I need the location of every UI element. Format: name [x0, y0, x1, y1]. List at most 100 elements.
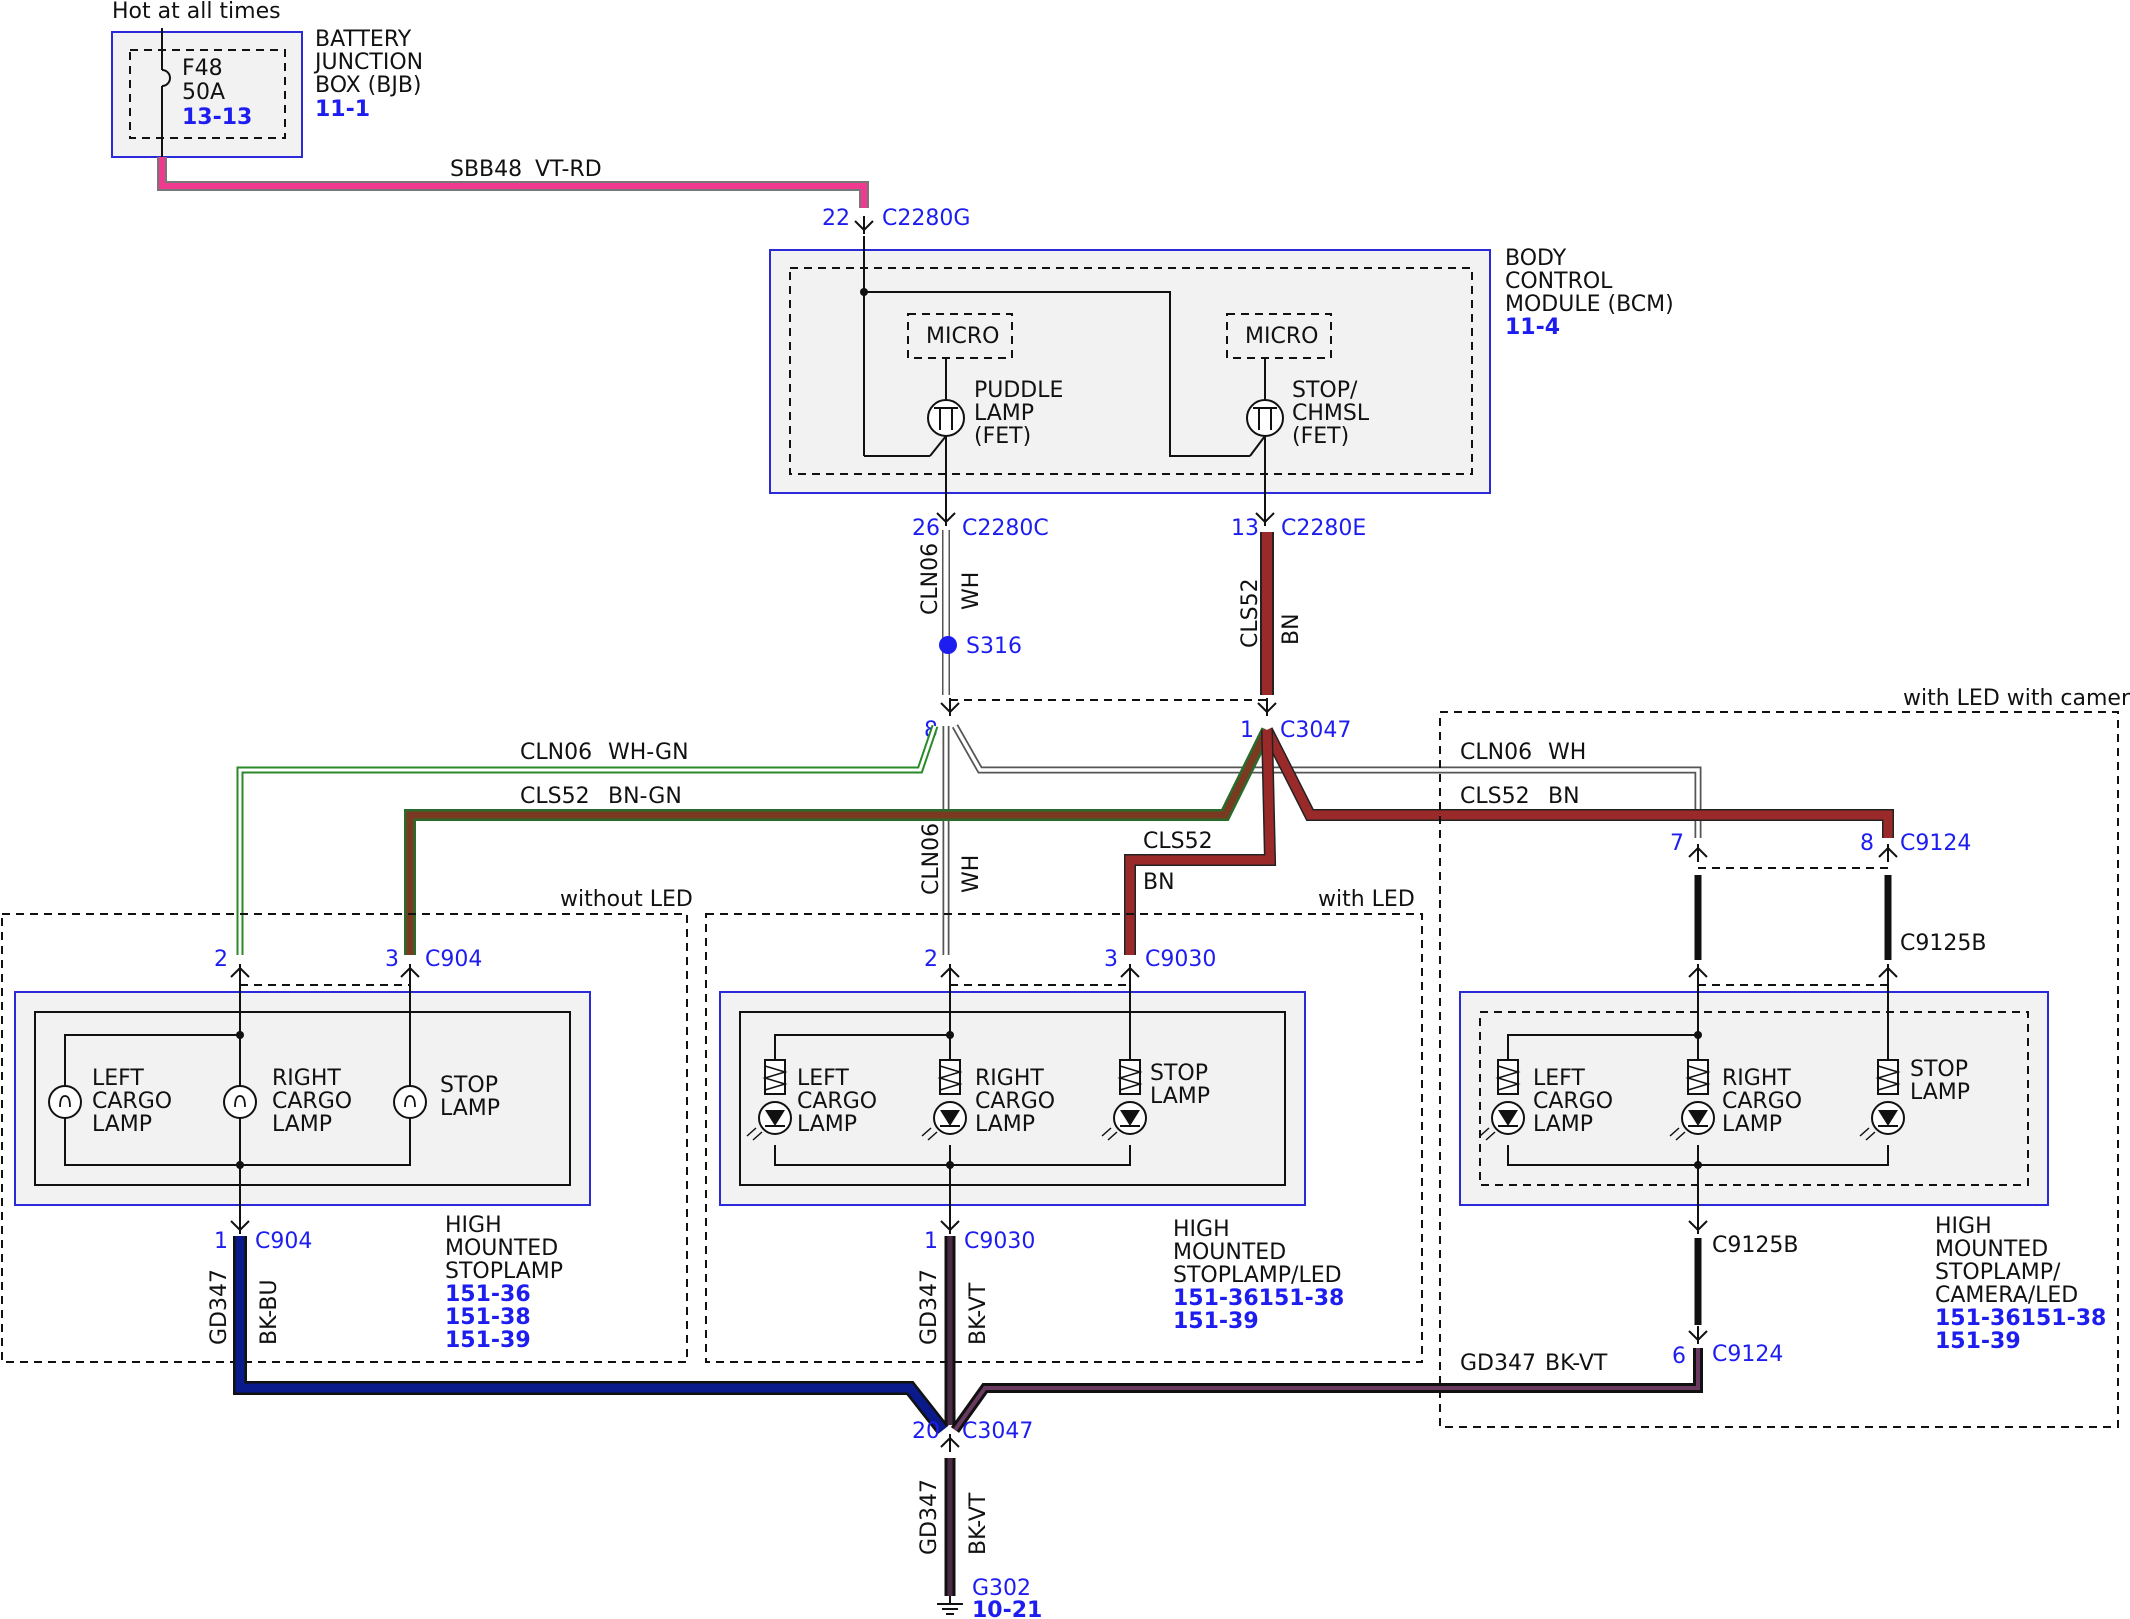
m3-left-2: CARGO: [1533, 1089, 1613, 1114]
m1-stop-1: STOP: [440, 1073, 498, 1098]
c3047-pin1: 1: [1240, 718, 1254, 743]
m3-right-1: RIGHT: [1722, 1066, 1791, 1091]
hms2-ref-2: 151-39: [1173, 1309, 1259, 1334]
bjb-ref: 11-1: [315, 97, 370, 122]
c3047-bot-pin: 20: [912, 1419, 940, 1444]
hms2-3: STOPLAMP/LED: [1173, 1263, 1342, 1288]
m3-left-3: LAMP: [1533, 1112, 1593, 1137]
puddle-3: (FET): [974, 424, 1031, 449]
hms1-2: MOUNTED: [445, 1236, 558, 1261]
bkvt-right-circuit: GD347: [1460, 1351, 1536, 1376]
hms1-3: STOPLAMP: [445, 1259, 563, 1284]
c2280c-name: C2280C: [962, 516, 1049, 541]
stop-bulb-icon: [393, 1085, 427, 1119]
cls52-circuit: CLS52: [1238, 578, 1263, 648]
cls52m-color: BN: [1143, 870, 1175, 895]
m1-left-2: CARGO: [92, 1089, 172, 1114]
m2-left-3: LAMP: [797, 1112, 857, 1137]
c9124-bot-pin: 6: [1672, 1344, 1686, 1369]
cln06-circuit: CLN06: [918, 543, 943, 615]
bkbu-color: BK-BU: [257, 1279, 282, 1345]
c2280c-pin: 26: [912, 516, 940, 541]
c904-top-name: C904: [425, 947, 482, 972]
stop-fet-1: STOP/: [1292, 378, 1358, 403]
c9030-pin2: 2: [924, 947, 938, 972]
connector-c904-bot: 1 C904: [214, 1215, 312, 1254]
bkvt-bot-color: BK-VT: [966, 1492, 991, 1555]
cls52-color: BN: [1279, 613, 1304, 645]
connector-c3047-bot: 20 C3047: [912, 1419, 1033, 1453]
m1-right-2: CARGO: [272, 1089, 352, 1114]
stop-fet-icon: [1246, 399, 1284, 437]
cln06r-color: WH: [1548, 740, 1586, 765]
m2-right-3: LAMP: [975, 1112, 1035, 1137]
bkvt-mid-circuit: GD347: [917, 1269, 942, 1345]
hms2-2: MOUNTED: [1173, 1240, 1286, 1265]
c3047-bot-name: C3047: [962, 1419, 1033, 1444]
connector-c3047-top: 8 1 C3047: [924, 697, 1351, 743]
m2-left-1: LEFT: [797, 1066, 849, 1091]
bjb-name-1: BATTERY: [315, 27, 412, 52]
m3-left-1: LEFT: [1533, 1066, 1585, 1091]
connector-c2280g: 22 C2280G: [822, 206, 970, 235]
c9125b-bottom: C9125B 6 C9124: [1672, 1215, 1798, 1369]
m1-left-1: LEFT: [92, 1066, 144, 1091]
stop-fet-2: CHMSL: [1292, 401, 1370, 426]
wire-gd347-bkvt-right: GD347 BK-VT: [950, 1348, 1703, 1433]
m2-stop-2: LAMP: [1150, 1084, 1210, 1109]
body-control-module: MICRO MICRO PUDDLE LAMP (FET) STOP/ CHMS…: [769, 236, 1674, 512]
c2280g-pin: 22: [822, 206, 850, 231]
connector-c904-top: 2 3 C904: [214, 947, 482, 986]
bngn-circuit: CLS52: [520, 784, 590, 809]
fuse-name: F48: [182, 56, 223, 81]
wire-cls52-bn-top: CLS52 BN: [1238, 532, 1304, 695]
m1-right-1: RIGHT: [272, 1066, 341, 1091]
hms3-ref-2: 151-39: [1935, 1329, 2021, 1354]
puddle-2: LAMP: [974, 401, 1034, 426]
m2-left-2: CARGO: [797, 1089, 877, 1114]
stop-fet-3: (FET): [1292, 424, 1349, 449]
connector-c2280e: 13 C2280E: [1231, 507, 1366, 541]
m3-right-2: CARGO: [1722, 1089, 1802, 1114]
c9030-bot-name: C9030: [964, 1229, 1035, 1254]
c9124-top-name: C9124: [1900, 831, 1971, 856]
bjb-name-3: BOX (BJB): [315, 73, 422, 98]
puddle-1: PUDDLE: [974, 378, 1063, 403]
c9124-pin8: 8: [1860, 831, 1874, 856]
hms3-ref-1: 151-36151-38: [1935, 1306, 2106, 1331]
cls52m-circuit: CLS52: [1143, 829, 1213, 854]
m3-right-3: LAMP: [1722, 1112, 1782, 1137]
c9125b-harness: C9125B: [1688, 875, 1986, 986]
bcm-ref: 11-4: [1505, 315, 1560, 340]
variant-with-led-camera: with LED with camera: [1903, 686, 2130, 711]
cls52r-color: BN: [1548, 784, 1580, 809]
hms3-1: HIGH: [1935, 1214, 1992, 1239]
m1-stop-2: LAMP: [440, 1096, 500, 1121]
hms-module-3: LEFT CARGO LAMP RIGHT CARGO LAMP STOP LA…: [1459, 978, 2049, 1220]
m3-stop-1: STOP: [1910, 1057, 1968, 1082]
c9124-bot-name: C9124: [1712, 1342, 1783, 1367]
hms-module-1: LEFT CARGO LAMP RIGHT CARGO LAMP STOP LA…: [14, 978, 591, 1220]
fuse-rating: 50A: [182, 80, 225, 105]
c904-pin2: 2: [214, 947, 228, 972]
bkvt-mid-color: BK-VT: [966, 1282, 991, 1345]
c2280e-name: C2280E: [1281, 516, 1366, 541]
c9030-pin3: 3: [1104, 947, 1118, 972]
whgn-circuit: CLN06: [520, 740, 592, 765]
c904-pin3: 3: [385, 947, 399, 972]
cln06m-color: WH: [959, 855, 984, 893]
hms3-3: STOPLAMP/: [1935, 1260, 2061, 1285]
cls52r-circuit: CLS52: [1460, 784, 1530, 809]
bcm-micro-1: MICRO: [926, 324, 999, 349]
bjb-caption: Hot at all times: [112, 0, 281, 24]
bngn-color: BN-GN: [608, 784, 682, 809]
bcm-micro-2: MICRO: [1245, 324, 1318, 349]
c9125b-top-name: C9125B: [1900, 931, 1986, 956]
connector-c9124-top: 7 8 C9124: [1670, 831, 1971, 869]
hms1-label: HIGH MOUNTED STOPLAMP 151-36 151-38 151-…: [445, 1213, 563, 1353]
m2-right-1: RIGHT: [975, 1066, 1044, 1091]
wire-gd347-bkbu: GD347 BK-BU: [207, 1236, 949, 1435]
battery-junction-box: Hot at all times F48 50A 13-13 BATTERY J…: [111, 0, 423, 158]
hms2-1: HIGH: [1173, 1217, 1230, 1242]
m2-stop-1: STOP: [1150, 1061, 1208, 1086]
